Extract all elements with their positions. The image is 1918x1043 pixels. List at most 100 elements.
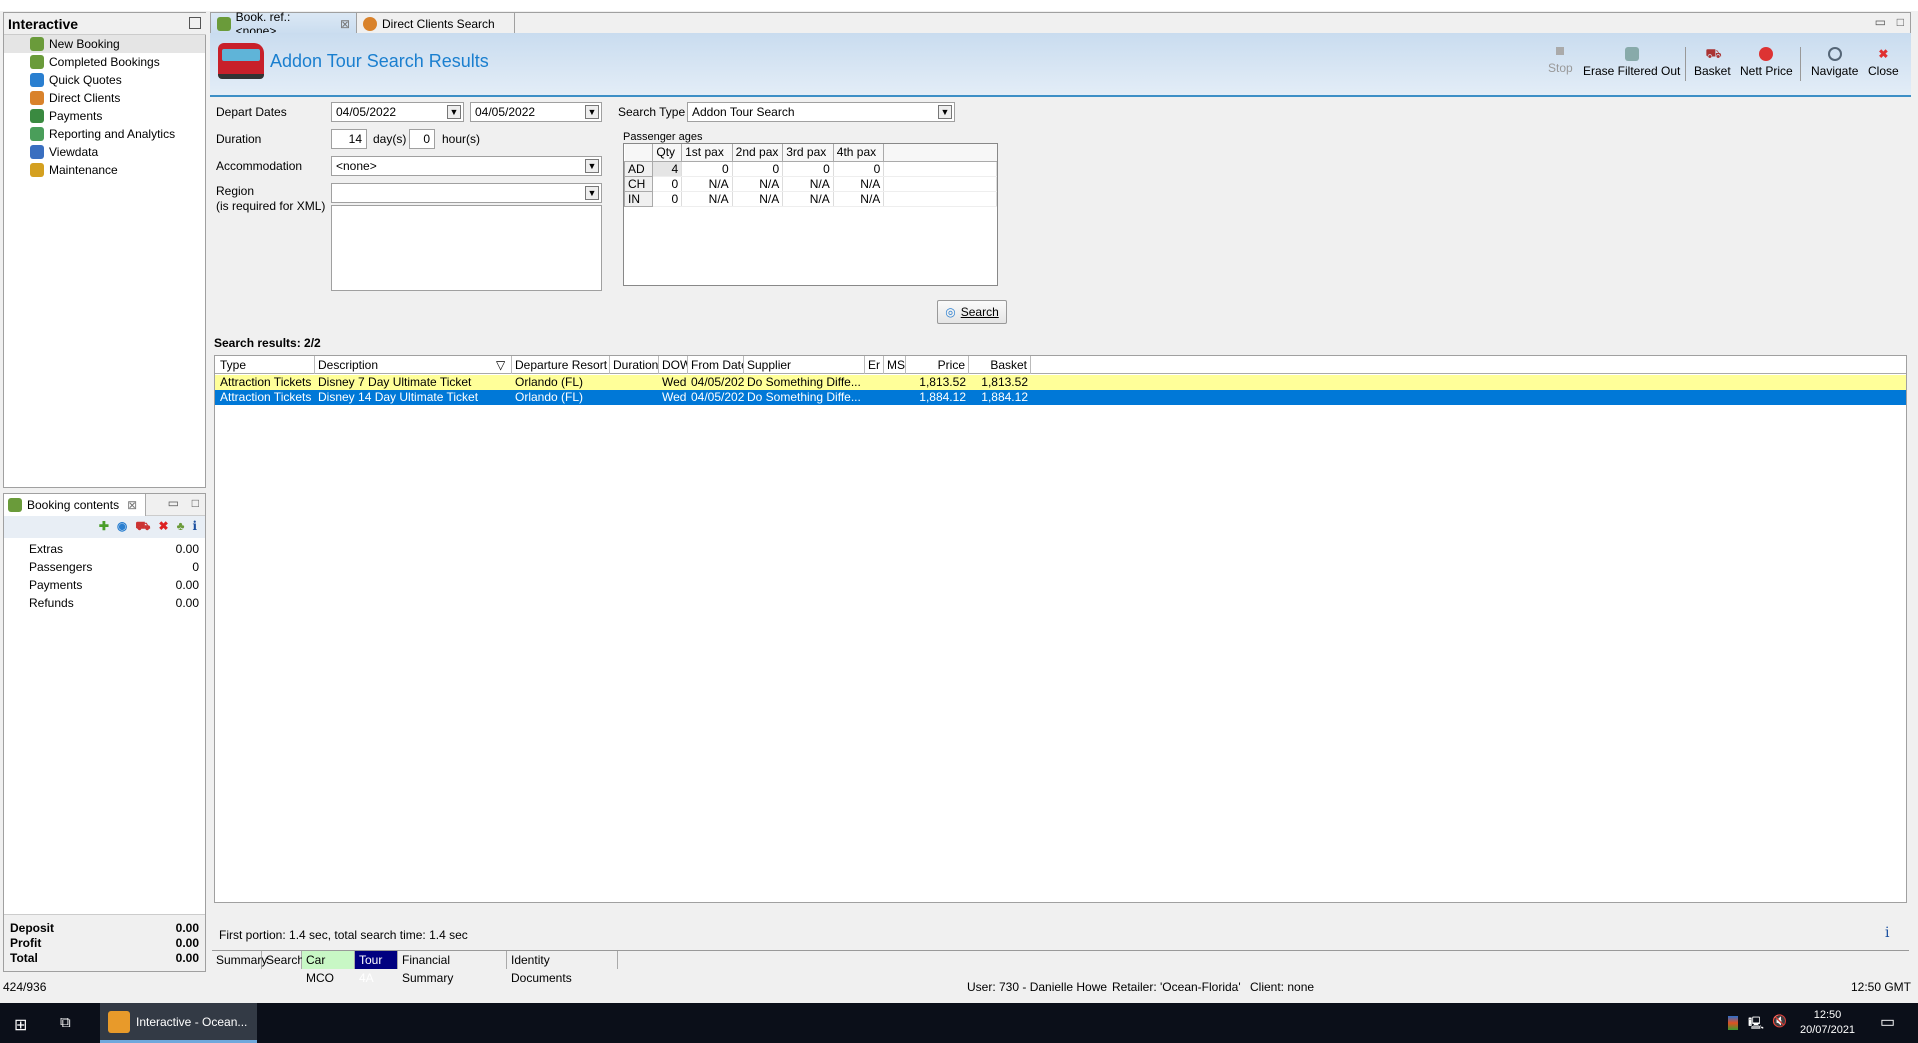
nav-item[interactable]: Reporting and Analytics	[4, 125, 205, 143]
column-header[interactable]: MS	[884, 356, 906, 374]
tab-booking-contents[interactable]: Booking contents ⊠	[4, 494, 146, 516]
column-header[interactable]: Supplier	[744, 356, 865, 374]
accommodation-select[interactable]: <none> ▼	[331, 156, 602, 176]
navigate-button[interactable]: Navigate	[1811, 47, 1858, 78]
column-header[interactable]: Basket	[969, 356, 1031, 374]
days-input[interactable]: 14	[331, 129, 367, 149]
stop-button[interactable]: Stop	[1548, 47, 1573, 75]
pax-cell[interactable]: 0	[732, 161, 784, 177]
search-icon: ◎	[945, 305, 956, 319]
status-user: User: 730 - Danielle Howe	[967, 980, 1108, 994]
erase-filtered-out-button[interactable]: Erase Filtered Out	[1583, 47, 1680, 78]
bottom-tab[interactable]: Search	[262, 951, 304, 969]
depart-to-field[interactable]: 04/05/2022 ▼	[470, 102, 602, 122]
search-timing: First portion: 1.4 sec, total search tim…	[219, 928, 468, 942]
pax-cell[interactable]: 4	[652, 161, 683, 177]
pax-cell[interactable]: 0	[652, 176, 683, 192]
search-results-count: Search results: 2/2	[214, 336, 321, 350]
table-cell: 1,813.52	[919, 375, 966, 389]
nav-item[interactable]: Completed Bookings	[4, 53, 205, 71]
search-button[interactable]: ◎ Search	[937, 300, 1007, 324]
network-icon[interactable]: 🖳	[1748, 1014, 1764, 1035]
pax-cell[interactable]: N/A	[681, 176, 733, 192]
nav-item[interactable]: Maintenance	[4, 161, 205, 179]
taskbar: ⊞ ⧉ Interactive - Ocean... 🖳 🔇 12:50 20/0…	[0, 1003, 1918, 1043]
nav-item[interactable]: Payments	[4, 107, 205, 125]
delete-icon[interactable]: ✖	[159, 519, 169, 535]
clock[interactable]: 12:50 20/07/2021	[1800, 1008, 1855, 1038]
bottom-tab[interactable]: Financial Summary	[398, 951, 507, 985]
info-icon[interactable]: i	[192, 519, 197, 535]
column-header[interactable]: DOW	[659, 356, 688, 374]
close-icon[interactable]: ⊠	[127, 498, 137, 512]
bottom-tab[interactable]: Car MCO	[302, 951, 355, 985]
basket-icon[interactable]: ⛟	[135, 519, 150, 535]
maximize-icon[interactable]: □	[1897, 15, 1904, 29]
row-label: Refunds	[29, 596, 74, 610]
minimize-icon[interactable]: ▭	[1875, 15, 1886, 29]
windows-start-icon[interactable]: ⊞	[14, 1015, 27, 1035]
maximize-icon[interactable]: □	[192, 496, 199, 510]
pax-cell[interactable]: 0	[782, 161, 834, 177]
pax-cell[interactable]: N/A	[833, 191, 885, 207]
task-view-icon[interactable]: ⧉	[60, 1014, 71, 1031]
table-row[interactable]: Attraction Tickets Disney 7 Day Ultimate …	[215, 375, 1906, 390]
notifications-icon[interactable]: ▭	[1880, 1012, 1895, 1032]
column-header[interactable]: Description	[315, 356, 512, 374]
bottom-tabs: Summary Search Car MCO Tour 4A Financial Sum…	[212, 950, 1909, 985]
total-label: Profit	[10, 936, 42, 950]
search-type-select[interactable]: Addon Tour Search ▼	[687, 102, 955, 122]
table-row[interactable]: Attraction Tickets Disney 14 Day Ultimate…	[215, 390, 1906, 405]
close-button[interactable]: ✖ Close	[1868, 47, 1899, 78]
column-header[interactable]: Departure Resort	[512, 356, 610, 374]
hours-input[interactable]: 0	[409, 129, 435, 149]
pax-cell[interactable]: 0	[833, 161, 885, 177]
pax-cell[interactable]: 0	[681, 161, 733, 177]
passenger-ages-grid[interactable]: Qty 1st pax 2nd pax 3rd pax 4th pax AD 4 0 0 0 0 CH…	[623, 143, 998, 286]
close-icon[interactable]: ⊠	[340, 17, 350, 31]
pax-cell[interactable]: N/A	[681, 191, 733, 207]
pax-cell[interactable]: N/A	[782, 191, 834, 207]
taskbar-app-interactive[interactable]: Interactive - Ocean...	[100, 1003, 257, 1043]
column-header[interactable]: Price	[906, 356, 969, 374]
filter-icon[interactable]: ▽	[496, 356, 505, 374]
palm-tree-icon[interactable]: ♣	[177, 519, 185, 535]
status-client: Client: none	[1250, 980, 1315, 994]
bottom-tab[interactable]: Identity Documents	[507, 951, 618, 985]
region-select[interactable]: ▼	[331, 183, 602, 203]
tray-app-icon[interactable]	[1728, 1016, 1738, 1030]
pax-cell[interactable]: N/A	[833, 176, 885, 192]
column-header[interactable]: Duration	[610, 356, 659, 374]
tab-direct-clients-search[interactable]: Direct Clients Search	[357, 13, 515, 35]
pax-cell[interactable]: N/A	[782, 176, 834, 192]
table-cell: Attraction Tickets	[220, 375, 312, 389]
nav-item[interactable]: New Booking	[4, 35, 205, 53]
column-header[interactable]: From Date	[688, 356, 744, 374]
pax-row: AD 4 0 0 0 0	[623, 160, 997, 177]
bottom-tab[interactable]: Summary	[212, 951, 267, 969]
minimize-icon[interactable]	[189, 17, 201, 29]
table-cell: Wed	[662, 390, 687, 404]
pax-cell[interactable]: N/A	[732, 176, 784, 192]
bottom-tab[interactable]: Tour 4A	[355, 951, 398, 985]
pax-cell[interactable]: N/A	[732, 191, 784, 207]
refresh-icon[interactable]: ◉	[117, 519, 127, 535]
column-header[interactable]: Type	[217, 356, 315, 374]
depart-from-field[interactable]: 04/05/2022 ▼	[331, 102, 464, 122]
nett-price-button[interactable]: Nett Price	[1740, 47, 1793, 78]
nav-item[interactable]: Direct Clients	[4, 89, 205, 107]
nav-item[interactable]: Viewdata	[4, 143, 205, 161]
total-value: 0.00	[175, 951, 199, 965]
region-list[interactable]	[331, 205, 602, 291]
pax-cell[interactable]: 0	[652, 191, 683, 207]
bus-icon	[218, 43, 264, 79]
column-header[interactable]: Er	[865, 356, 884, 374]
info-icon[interactable]: i	[1885, 925, 1889, 941]
nav-item[interactable]: Quick Quotes	[4, 71, 205, 89]
volume-muted-icon[interactable]: 🔇	[1772, 1014, 1787, 1028]
add-icon[interactable]: ✚	[99, 519, 109, 535]
basket-button[interactable]: ⛟ Basket	[1694, 47, 1731, 79]
tab-booking-ref[interactable]: Book. ref.: <none> ⊠	[211, 10, 357, 38]
table-cell: Attraction Tickets	[220, 390, 312, 404]
minimize-icon[interactable]: ▭	[168, 496, 179, 510]
